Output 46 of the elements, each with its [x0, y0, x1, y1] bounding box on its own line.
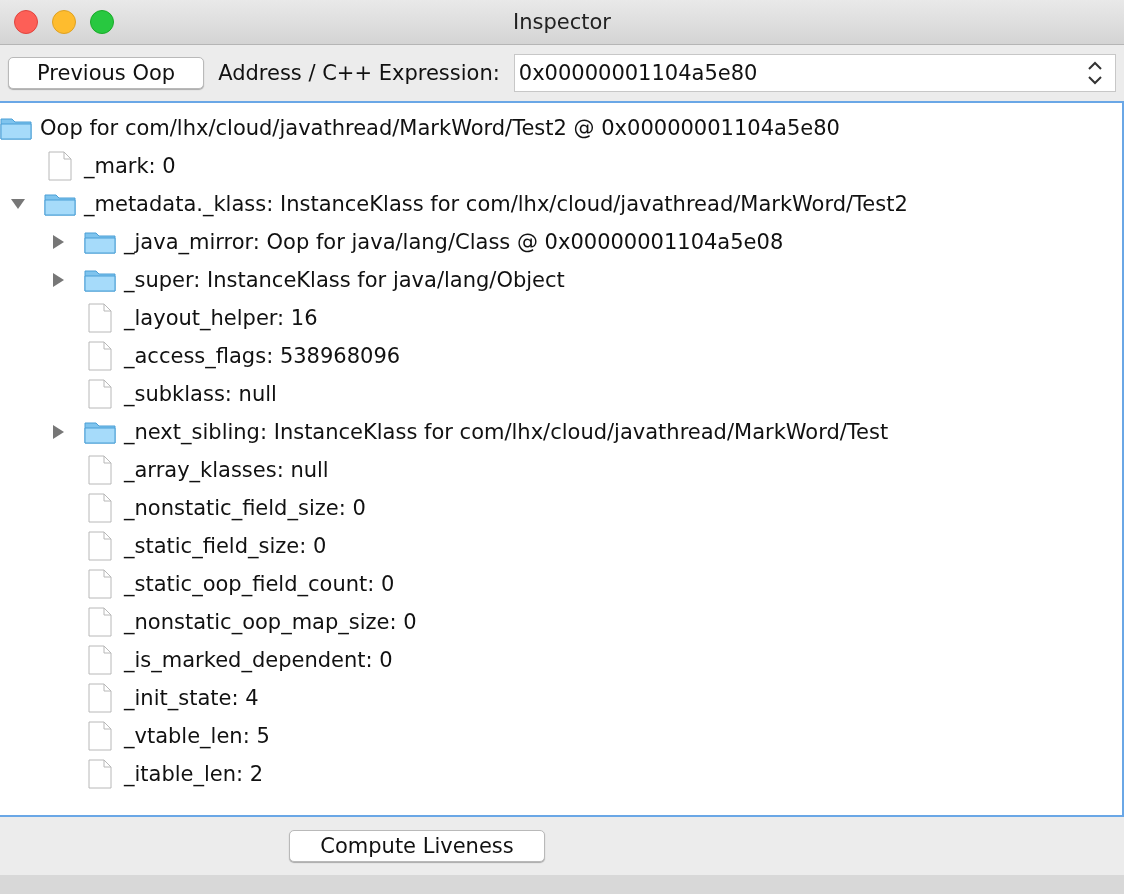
document-icon: [88, 607, 112, 637]
window-title: Inspector: [513, 10, 611, 34]
compute-liveness-button[interactable]: Compute Liveness: [289, 830, 545, 862]
tree-node-label[interactable]: _layout_helper: 16: [124, 306, 318, 330]
address-label: Address / C++ Expression:: [218, 61, 500, 85]
document-icon: [88, 379, 112, 409]
folder-icon: [44, 192, 76, 216]
document-icon: [88, 303, 112, 333]
tree-node-label[interactable]: _is_marked_dependent: 0: [124, 648, 393, 672]
tree-node-label[interactable]: _nonstatic_field_size: 0: [124, 496, 366, 520]
tree-node-label[interactable]: _java_mirror: Oop for java/lang/Class @ 0x00000001104a5e08: [124, 230, 784, 254]
tree-node-label[interactable]: _array_klasses: null: [124, 458, 329, 482]
tree-node-label[interactable]: _metadata._klass: InstanceKlass for com/lhx/cloud/javathread/MarkWord/Test2: [84, 192, 908, 216]
expand-arrow-icon[interactable]: [50, 424, 66, 440]
folder-icon: [84, 268, 116, 292]
document-icon: [88, 645, 112, 675]
tree-node-label[interactable]: _mark: 0: [84, 154, 176, 178]
document-icon: [88, 493, 112, 523]
tree-node-label[interactable]: _next_sibling: InstanceKlass for com/lhx/cloud/javathread/MarkWord/Test: [124, 420, 889, 444]
tree-node-label[interactable]: _static_field_size: 0: [124, 534, 327, 558]
tree-node-label[interactable]: _super: InstanceKlass for java/lang/Object: [124, 268, 565, 292]
folder-icon: [84, 420, 116, 444]
address-field[interactable]: 0x00000001104a5e80: [513, 54, 1116, 92]
tree-node-label[interactable]: Oop for com/lhx/cloud/javathread/MarkWord/Test2 @ 0x00000001104a5e80: [40, 116, 840, 140]
document-icon: [48, 151, 72, 181]
tree-node-label[interactable]: _access_flags: 538968096: [124, 344, 401, 368]
tree-node-label[interactable]: _vtable_len: 5: [124, 724, 270, 748]
document-icon: [88, 569, 112, 599]
expand-arrow-icon[interactable]: [50, 272, 66, 288]
document-icon: [88, 455, 112, 485]
expand-arrow-icon[interactable]: [50, 234, 66, 250]
maximize-icon[interactable]: [90, 10, 114, 34]
document-icon: [88, 683, 112, 713]
document-icon: [88, 531, 112, 561]
document-icon: [88, 759, 112, 789]
previous-oop-button[interactable]: Previous Oop: [8, 57, 205, 89]
tree-node-label[interactable]: _nonstatic_oop_map_size: 0: [124, 610, 417, 634]
folder-icon: [84, 230, 116, 254]
tree-node-label[interactable]: _init_state: 4: [124, 686, 259, 710]
tree-node-label[interactable]: _static_oop_field_count: 0: [124, 572, 395, 596]
document-icon: [88, 721, 112, 751]
tree-node-label[interactable]: _subklass: null: [124, 382, 277, 406]
tree-node-label[interactable]: _itable_len: 2: [124, 762, 264, 786]
close-icon[interactable]: [14, 10, 38, 34]
folder-icon: [0, 116, 32, 140]
document-icon: [88, 341, 112, 371]
